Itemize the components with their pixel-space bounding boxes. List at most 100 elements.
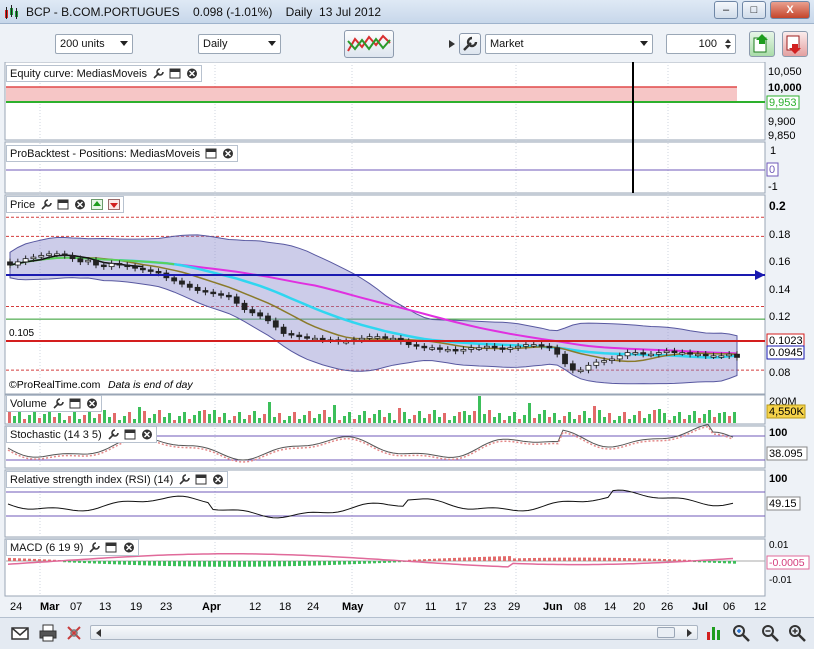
indicator-chart-button[interactable]: [344, 30, 394, 58]
volume-bar: [233, 416, 236, 423]
window-icon[interactable]: [57, 199, 69, 210]
chart-area: 10,050 10,000 9,900 9,850 9,953 1 0 -1 0…: [0, 61, 814, 617]
email-icon[interactable]: [10, 623, 30, 643]
units-select[interactable]: 200 units: [55, 34, 133, 54]
close-icon[interactable]: [186, 68, 198, 79]
buy-button[interactable]: [749, 31, 775, 57]
price-scale-label: 0.14: [769, 284, 790, 296]
backtest-scale-label: 1: [770, 145, 776, 157]
sell-button[interactable]: [782, 31, 808, 57]
volume-bar: [393, 420, 396, 423]
macd-bar: [418, 559, 421, 561]
horizontal-scrollbar[interactable]: [90, 625, 698, 640]
order-settings-button[interactable]: [459, 33, 481, 55]
window-icon[interactable]: [205, 148, 217, 159]
volume-bar: [543, 410, 546, 423]
volume-bar: [373, 414, 376, 423]
indicators-icon: [347, 34, 391, 52]
volume-bar: [403, 412, 406, 423]
candle: [38, 255, 45, 258]
candle: [734, 353, 740, 358]
macd-bar: [243, 561, 246, 567]
close-icon[interactable]: [222, 148, 234, 159]
close-icon[interactable]: [141, 429, 153, 440]
macd-bar: [563, 557, 566, 561]
volume-bar: [598, 410, 601, 423]
macd-bar: [588, 557, 591, 561]
disconnect-icon[interactable]: [64, 623, 84, 643]
window-icon[interactable]: [195, 474, 207, 485]
chart-layout-icon[interactable]: [704, 623, 724, 643]
macd-bar: [68, 561, 71, 563]
volume-bar: [203, 410, 206, 423]
candle: [483, 345, 490, 349]
volume-bar: [168, 413, 171, 423]
maximize-button[interactable]: □: [742, 1, 766, 19]
wrench-icon[interactable]: [52, 398, 64, 409]
window-icon[interactable]: [69, 398, 81, 409]
last-price: 0.098 (-1.01%): [192, 5, 273, 19]
volume-bar: [483, 414, 486, 423]
window-icon[interactable]: [105, 542, 117, 553]
volume-bar: [388, 413, 391, 423]
close-icon[interactable]: [123, 542, 135, 553]
volume-bar: [343, 416, 346, 423]
zoom-fit-icon[interactable]: [731, 623, 751, 643]
candle: [241, 302, 248, 311]
macd-bar: [553, 557, 556, 561]
close-icon[interactable]: [212, 474, 224, 485]
volume-bar: [108, 417, 111, 423]
date-axis-label: 11: [425, 601, 436, 613]
volume-bar: [313, 418, 316, 423]
volume-bar: [438, 417, 441, 423]
print-icon[interactable]: [38, 623, 58, 643]
scroll-left-icon[interactable]: [93, 627, 103, 639]
volume-bar: [558, 420, 561, 423]
volume-bar: [458, 412, 461, 423]
close-icon[interactable]: [74, 199, 86, 210]
candle: [452, 349, 459, 352]
scroll-right-icon[interactable]: [685, 627, 695, 639]
minimize-button[interactable]: –: [714, 1, 738, 19]
volume-bar: [578, 415, 581, 423]
macd-bar: [468, 557, 471, 561]
collapse-arrow-icon[interactable]: [449, 34, 455, 54]
window-icon[interactable]: [169, 68, 181, 79]
equity-panel-title: Equity curve: MediasMoveis: [10, 68, 147, 80]
wrench-icon[interactable]: [88, 542, 101, 553]
macd-bar: [478, 556, 481, 561]
wrench-icon[interactable]: [107, 429, 119, 440]
remove-indicator-icon[interactable]: [108, 199, 121, 210]
stochastic-value-text: 38.095: [769, 448, 803, 460]
zoom-in-icon[interactable]: [787, 623, 807, 643]
volume-bar: [173, 420, 176, 423]
macd-bar: [663, 559, 666, 561]
scroll-thumb[interactable]: [657, 627, 675, 638]
spin-arrows-icon[interactable]: [724, 38, 732, 50]
volume-bar: [323, 410, 326, 423]
wrench-icon[interactable]: [40, 199, 52, 210]
macd-bar: [413, 559, 416, 561]
macd-bar: [348, 561, 351, 565]
wrench-icon[interactable]: [152, 68, 164, 79]
timeframe-select[interactable]: Daily: [198, 34, 281, 54]
close-icon[interactable]: [86, 398, 98, 409]
candle: [601, 360, 608, 363]
quantity-stepper[interactable]: 100: [666, 34, 736, 54]
window-icon[interactable]: [124, 429, 136, 440]
order-type-select[interactable]: Market: [485, 34, 653, 54]
macd-bar: [508, 556, 511, 561]
wrench-icon[interactable]: [178, 474, 191, 485]
zoom-out-icon[interactable]: [760, 623, 780, 643]
volume-bar: [508, 416, 511, 423]
candle: [139, 267, 146, 271]
close-button[interactable]: X: [770, 1, 810, 19]
volume-bar: [538, 414, 541, 423]
macd-bar: [103, 561, 106, 564]
volume-bar: [213, 410, 216, 423]
equity-panel-label: Equity curve: MediasMoveis: [6, 65, 203, 82]
macd-bar: [168, 561, 171, 567]
candle: [616, 355, 623, 360]
add-indicator-icon[interactable]: [91, 199, 104, 210]
macd-bar: [18, 558, 21, 561]
